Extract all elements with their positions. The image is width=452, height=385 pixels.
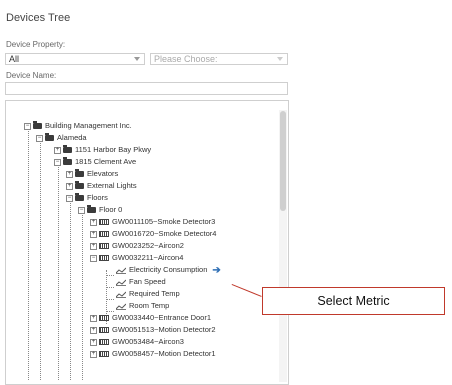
expand-icon[interactable]: + [66,170,73,178]
tree-connector [58,162,59,380]
second-select-placeholder: Please Choose: [154,54,218,64]
tree-node[interactable]: − 1815 Clement Ave [54,156,136,167]
tree-node-label: Room Temp [129,301,170,310]
tree-connector [28,126,29,380]
device-icon [99,255,109,262]
device-icon [99,219,109,226]
collapse-icon[interactable]: − [66,194,73,202]
device-icon [99,351,109,358]
tree-node-label: GW0032211~Aircon4 [112,253,184,262]
second-property-select[interactable]: Please Choose: [150,53,288,65]
chevron-down-icon [134,57,140,61]
tree-node-label: GW0051513~Motion Detector2 [112,325,216,334]
folder-icon [75,169,84,178]
tree-node[interactable]: + GW0058457~Motion Detector1 [90,348,216,359]
tree-node-label: Building Management Inc. [45,121,132,130]
folder-icon [75,193,84,202]
device-name-label: Device Name: [6,71,57,80]
tree-node[interactable]: + GW0016720~Smoke Detector4 [90,228,216,239]
tree-node-label: Required Temp [129,289,180,298]
expand-icon[interactable]: + [54,146,61,154]
collapse-icon[interactable]: − [90,254,97,262]
tree-node[interactable]: + Elevators [66,168,118,179]
device-name-input[interactable] [5,82,288,95]
device-property-select[interactable]: All [5,53,145,65]
tree-connector [82,210,83,380]
tree-node-label: Alameda [57,133,87,142]
tree-node-label: GW0058457~Motion Detector1 [112,349,216,358]
line-chart-icon [116,291,126,298]
tree-node-label: Fan Speed [129,277,166,286]
tree-node-label: 1815 Clement Ave [75,157,137,166]
folder-icon [33,121,42,130]
tree-node[interactable]: − Alameda [36,132,87,143]
tree-node[interactable]: − Building Management Inc. [24,120,132,131]
line-chart-icon [116,267,126,274]
expand-icon[interactable]: + [90,218,97,226]
device-icon [99,327,109,334]
tree-node-label: GW0033440~Entrance Door1 [112,313,212,322]
tree-node[interactable]: + GW0023252~Aircon2 [90,240,184,251]
tree-scrollbar-thumb[interactable] [280,111,286,211]
line-chart-icon [116,303,126,310]
tree-node-metric[interactable]: Electricity Consumption ➔ [106,264,221,276]
device-property-label: Device Property: [6,40,66,49]
expand-icon[interactable]: + [90,314,97,322]
expand-icon[interactable]: + [90,338,97,346]
folder-icon [63,145,72,154]
tree-node-label: Floors [87,193,108,202]
tree-node[interactable]: − Floor 0 [78,204,122,215]
expand-icon[interactable]: + [90,326,97,334]
tree-node[interactable]: − GW0032211~Aircon4 [90,252,183,263]
tree-node-metric[interactable]: Required Temp [106,288,180,300]
tree-node[interactable]: + GW0051513~Motion Detector2 [90,324,216,335]
tree-node-metric[interactable]: Fan Speed [106,276,166,288]
device-icon [99,231,109,238]
device-icon [99,315,109,322]
tree-node-label: 1151 Harbor Bay Pkwy [75,145,152,154]
tree-node-label: GW0011105~Smoke Detector3 [112,217,216,226]
expand-icon[interactable]: + [66,182,73,190]
expand-icon[interactable]: + [90,230,97,238]
arrow-right-icon: ➔ [212,264,221,276]
tree-node[interactable]: + GW0011105~Smoke Detector3 [90,216,215,227]
tree-node[interactable]: +1151 Harbor Bay Pkwy [54,144,151,155]
tree-node-label: GW0023252~Aircon2 [112,241,184,250]
tree-node-label: GW0016720~Smoke Detector4 [112,229,217,238]
folder-icon [87,205,96,214]
tree-node-metric[interactable]: Room Temp [106,300,170,312]
tree-node-label: External Lights [87,181,137,190]
collapse-icon[interactable]: − [24,122,31,130]
tree-node[interactable]: − Floors [66,192,108,203]
device-property-value: All [9,54,20,64]
folder-icon [45,133,54,142]
chevron-down-icon [277,57,283,61]
expand-icon[interactable]: + [90,242,97,250]
expand-icon[interactable]: + [90,350,97,358]
collapse-icon[interactable]: − [78,206,85,214]
device-icon [99,243,109,250]
tree-node[interactable]: + GW0033440~Entrance Door1 [90,312,211,323]
tree-node-label: Elevators [87,169,119,178]
tree-node[interactable]: + External Lights [66,180,137,191]
select-metric-callout: Select Metric [262,287,445,315]
tree-node-label: Electricity Consumption [129,265,208,274]
device-icon [99,339,109,346]
folder-icon [75,181,84,190]
tree-node-label: Floor 0 [99,205,123,214]
collapse-icon[interactable]: − [36,134,43,142]
collapse-icon[interactable]: − [54,158,61,166]
line-chart-icon [116,279,126,286]
tree-connector [70,198,71,380]
folder-icon [63,157,72,166]
panel-title: Devices Tree [6,12,71,24]
tree-node-label: GW0053484~Aircon3 [112,337,184,346]
tree-node[interactable]: + GW0053484~Aircon3 [90,336,184,347]
tree-connector [40,138,41,380]
